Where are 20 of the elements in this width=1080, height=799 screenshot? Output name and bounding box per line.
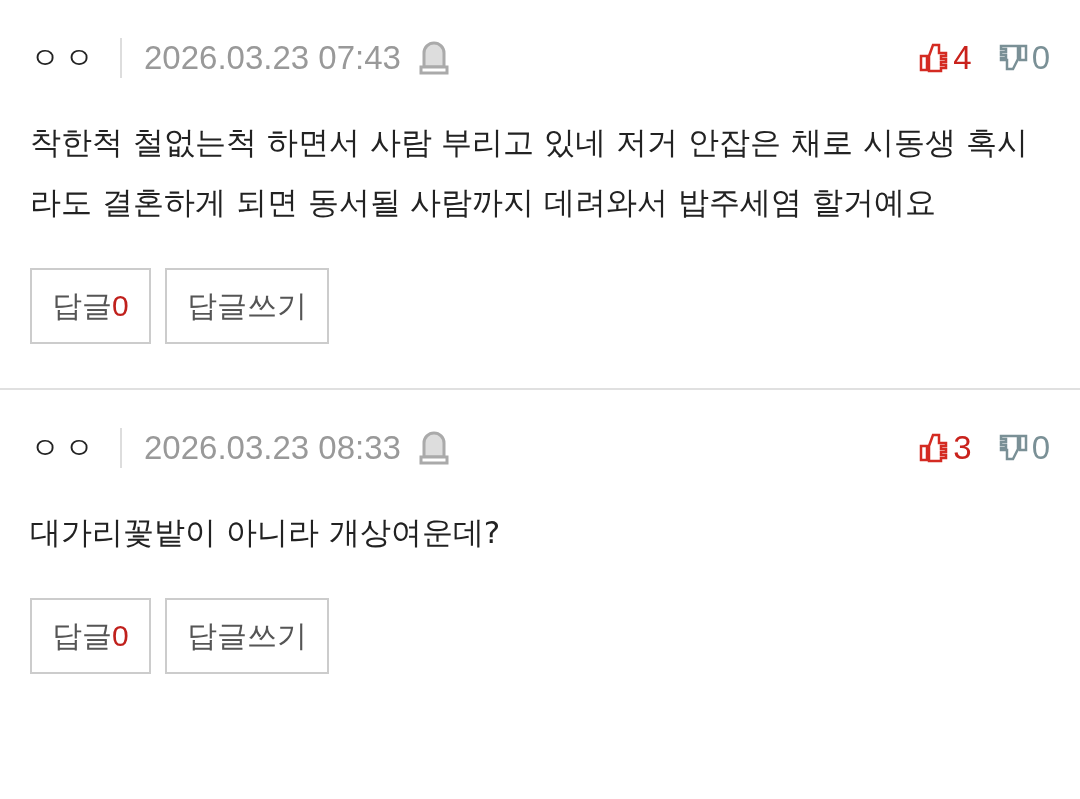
thumbs-down-icon[interactable] bbox=[997, 433, 1028, 463]
like-count: 3 bbox=[953, 429, 972, 467]
write-reply-button[interactable]: 답글쓰기 bbox=[164, 598, 329, 674]
author-name: ㅇㅇ bbox=[30, 38, 98, 77]
dislike-count: 0 bbox=[1031, 429, 1050, 467]
replies-button[interactable]: 답글0 bbox=[30, 268, 151, 344]
thumbs-up-icon[interactable] bbox=[919, 433, 950, 463]
comment-date: 2026.03.23 07:43 bbox=[144, 39, 401, 77]
bell-icon[interactable] bbox=[418, 431, 449, 465]
thumbs-up-icon[interactable] bbox=[919, 43, 950, 73]
comment-date: 2026.03.23 08:33 bbox=[144, 429, 401, 467]
comment-text: 대가리꽃밭이 아니라 개상여운데? bbox=[30, 513, 502, 552]
dislike-count: 0 bbox=[1031, 39, 1050, 77]
bell-icon[interactable] bbox=[418, 41, 449, 75]
author-name: ㅇㅇ bbox=[30, 428, 98, 467]
write-reply-button[interactable]: 답글쓰기 bbox=[164, 268, 329, 344]
thumbs-down-icon[interactable] bbox=[997, 43, 1028, 73]
replies-button[interactable]: 답글0 bbox=[30, 598, 151, 674]
like-count: 4 bbox=[953, 39, 972, 77]
comment-text: 착한척 철없는척 하면서 사람 부리고 있네 저거 안잡은 채로 시동생 혹시라도 결혼하게 되면 동서될 사람까지 데려와서 밥주세염 할거예요 bbox=[30, 123, 1029, 222]
